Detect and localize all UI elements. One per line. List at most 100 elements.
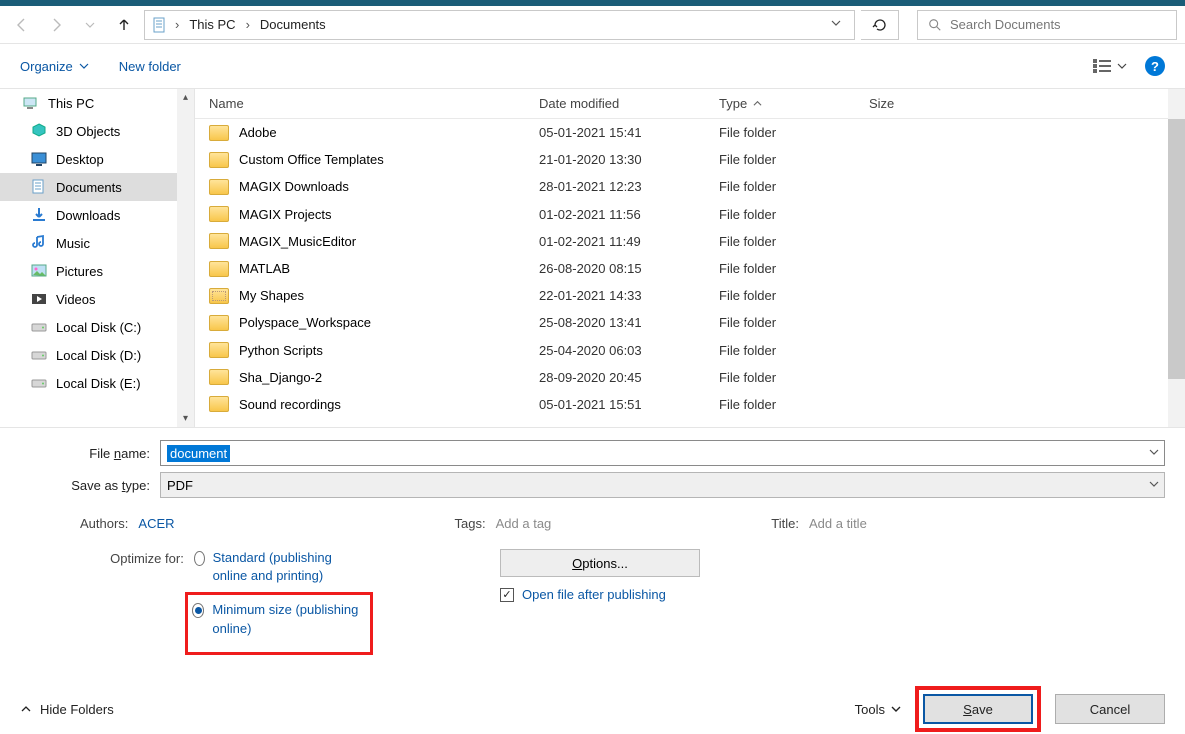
music-icon: [30, 234, 48, 252]
nav-back-button[interactable]: [8, 11, 36, 39]
search-icon: [928, 18, 942, 32]
authors-value[interactable]: ACER: [138, 516, 174, 531]
pc-icon: [22, 94, 40, 112]
column-header-type[interactable]: Type: [705, 96, 855, 111]
file-row[interactable]: Python Scripts25-04-2020 06:03File folde…: [195, 337, 1185, 364]
nav-recent-dropdown[interactable]: [76, 11, 104, 39]
breadcrumb[interactable]: › This PC › Documents: [144, 10, 855, 40]
tree-item-pictures[interactable]: Pictures: [0, 257, 194, 285]
help-button[interactable]: ?: [1145, 56, 1165, 76]
chevron-down-icon[interactable]: [1148, 446, 1160, 461]
chevron-up-icon: [20, 703, 32, 715]
nav-up-button[interactable]: [110, 11, 138, 39]
nav-tree: This PC3D ObjectsDesktopDocumentsDownloa…: [0, 89, 195, 427]
desktop-icon: [30, 150, 48, 168]
chevron-down-icon: [1117, 61, 1127, 71]
pictures-icon: [30, 262, 48, 280]
file-row[interactable]: Adobe05-01-2021 15:41File folder: [195, 119, 1185, 146]
file-row[interactable]: Custom Office Templates21-01-2020 13:30F…: [195, 146, 1185, 173]
tree-item-videos[interactable]: Videos: [0, 285, 194, 313]
folder-icon: [209, 288, 229, 304]
folder-icon: [209, 233, 229, 249]
folder-icon: [209, 261, 229, 277]
chevron-down-icon: [79, 61, 89, 71]
folder-icon: [209, 342, 229, 358]
folder-icon: [209, 125, 229, 141]
sort-asc-icon: [753, 99, 762, 108]
breadcrumb-folder[interactable]: Documents: [256, 15, 330, 34]
chevron-right-icon: ›: [246, 17, 250, 32]
column-header-size[interactable]: Size: [855, 96, 975, 111]
tree-item-local-disk-c-[interactable]: Local Disk (C:): [0, 313, 194, 341]
authors-label: Authors:: [80, 516, 128, 531]
folder-icon: [209, 369, 229, 385]
file-row[interactable]: MATLAB26-08-2020 08:15File folder: [195, 255, 1185, 282]
breadcrumb-root[interactable]: This PC: [185, 15, 239, 34]
file-row[interactable]: MAGIX Downloads28-01-2021 12:23File fold…: [195, 173, 1185, 200]
checkbox-icon: ✓: [500, 588, 514, 602]
folder-icon: [209, 315, 229, 331]
search-placeholder: Search Documents: [950, 17, 1061, 32]
file-row[interactable]: Sha_Django-228-09-2020 20:45File folder: [195, 364, 1185, 391]
options-button[interactable]: Options...: [500, 549, 700, 577]
column-header-name[interactable]: Name: [195, 96, 525, 111]
file-row[interactable]: My Shapes22-01-2021 14:33File folder: [195, 282, 1185, 309]
videos-icon: [30, 290, 48, 308]
tree-item-desktop[interactable]: Desktop: [0, 145, 194, 173]
refresh-button[interactable]: [861, 10, 899, 40]
downloads-icon: [30, 206, 48, 224]
file-row[interactable]: MAGIX Projects01-02-2021 11:56File folde…: [195, 201, 1185, 228]
filetype-label: Save as type:: [20, 478, 160, 493]
folder-icon: [209, 396, 229, 412]
chevron-down-icon[interactable]: [1148, 478, 1160, 493]
optimize-label: Optimize for:: [20, 549, 194, 652]
title-value[interactable]: Add a title: [809, 516, 867, 531]
file-row[interactable]: MAGIX_MusicEditor01-02-2021 11:49File fo…: [195, 228, 1185, 255]
cancel-button[interactable]: Cancel: [1055, 694, 1165, 724]
documents-icon: [30, 178, 48, 196]
documents-icon: [151, 16, 169, 34]
scroll-up-icon[interactable]: ▴: [177, 89, 194, 106]
nav-forward-button[interactable]: [42, 11, 70, 39]
filetype-select[interactable]: PDF: [160, 472, 1165, 498]
hide-folders-button[interactable]: Hide Folders: [20, 702, 114, 717]
column-header-date[interactable]: Date modified: [525, 96, 705, 111]
filename-input[interactable]: document: [160, 440, 1165, 466]
tree-item-documents[interactable]: Documents: [0, 173, 194, 201]
new-folder-button[interactable]: New folder: [119, 59, 181, 74]
radio-minimum[interactable]: Minimum size (publishing online): [192, 601, 366, 637]
disk-icon: [30, 318, 48, 336]
3d-icon: [30, 122, 48, 140]
save-button[interactable]: Save: [923, 694, 1033, 724]
tags-label: Tags:: [455, 516, 486, 531]
folder-icon: [209, 179, 229, 195]
search-input[interactable]: Search Documents: [917, 10, 1177, 40]
tree-item-downloads[interactable]: Downloads: [0, 201, 194, 229]
title-label: Title:: [771, 516, 799, 531]
tags-value[interactable]: Add a tag: [496, 516, 552, 531]
view-mode-button[interactable]: [1093, 59, 1127, 73]
radio-icon: [192, 603, 205, 618]
chevron-right-icon: ›: [175, 17, 179, 32]
tree-item-local-disk-d-[interactable]: Local Disk (D:): [0, 341, 194, 369]
filename-label: File name:: [20, 446, 160, 461]
disk-icon: [30, 374, 48, 392]
folder-icon: [209, 152, 229, 168]
open-after-checkbox[interactable]: ✓ Open file after publishing: [500, 587, 700, 602]
tree-item-this-pc[interactable]: This PC: [0, 89, 194, 117]
file-list: Name Date modified Type Size Adobe05-01-…: [195, 89, 1185, 427]
tree-item-local-disk-e-[interactable]: Local Disk (E:): [0, 369, 194, 397]
tree-item-music[interactable]: Music: [0, 229, 194, 257]
scroll-down-icon[interactable]: ▾: [177, 410, 194, 427]
file-row[interactable]: Sound recordings05-01-2021 15:51File fol…: [195, 391, 1185, 418]
files-scrollbar[interactable]: [1168, 89, 1185, 427]
tree-item-3d-objects[interactable]: 3D Objects: [0, 117, 194, 145]
disk-icon: [30, 346, 48, 364]
tools-dropdown[interactable]: Tools: [855, 702, 901, 717]
file-row[interactable]: Polyspace_Workspace25-08-2020 13:41File …: [195, 309, 1185, 336]
radio-standard[interactable]: Standard (publishing online and printing…: [194, 549, 370, 585]
folder-icon: [209, 206, 229, 222]
chevron-down-icon[interactable]: [824, 17, 848, 32]
tree-scrollbar[interactable]: ▴ ▾: [177, 89, 194, 427]
organize-button[interactable]: Organize: [20, 59, 89, 74]
